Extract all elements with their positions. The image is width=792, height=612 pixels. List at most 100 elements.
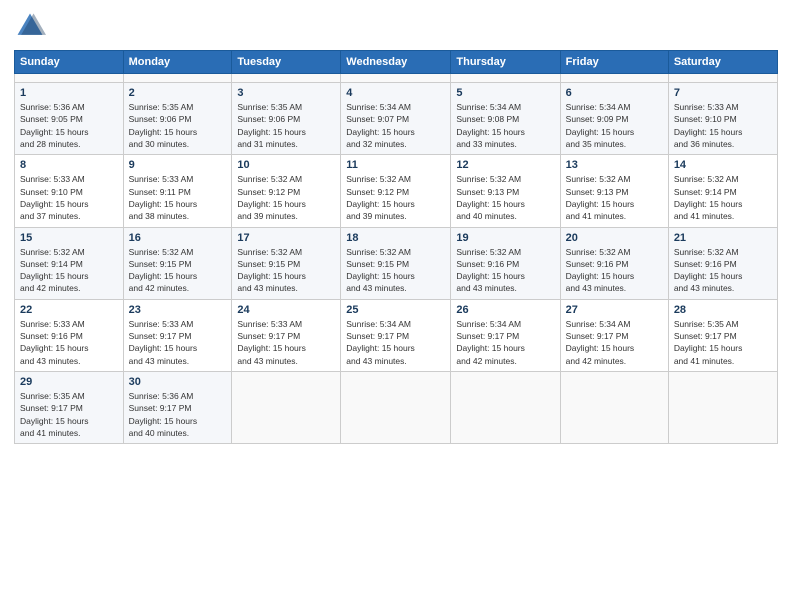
day-info: Sunrise: 5:33 AMSunset: 9:11 PMDaylight:… bbox=[129, 173, 227, 222]
calendar-cell: 13Sunrise: 5:32 AMSunset: 9:13 PMDayligh… bbox=[560, 155, 668, 227]
calendar-header-monday: Monday bbox=[123, 51, 232, 74]
calendar-cell: 15 Sunrise: 5:32 AMSunset: 9:14 PMDayligh… bbox=[15, 227, 124, 299]
calendar-cell: 1 Sunrise: 5:36 AMSunset: 9:05 PMDaylight… bbox=[15, 83, 124, 155]
calendar-cell bbox=[451, 74, 560, 83]
calendar-header-row: SundayMondayTuesdayWednesdayThursdayFrid… bbox=[15, 51, 778, 74]
calendar-header-tuesday: Tuesday bbox=[232, 51, 341, 74]
calendar-header-sunday: Sunday bbox=[15, 51, 124, 74]
day-number: 25 bbox=[346, 304, 445, 316]
day-number: 8 bbox=[20, 159, 118, 171]
calendar-cell: 7 Sunrise: 5:33 AMSunset: 9:10 PMDaylight… bbox=[668, 83, 777, 155]
calendar-cell: 19 Sunrise: 5:32 AMSunset: 9:16 PMDayligh… bbox=[451, 227, 560, 299]
day-info: Sunrise: 5:33 AMSunset: 9:17 PMDaylight:… bbox=[237, 318, 335, 367]
day-number: 28 bbox=[674, 304, 772, 316]
day-info: Sunrise: 5:34 AMSunset: 9:07 PMDaylight:… bbox=[346, 101, 445, 150]
calendar-header-friday: Friday bbox=[560, 51, 668, 74]
calendar-cell: 3 Sunrise: 5:35 AMSunset: 9:06 PMDaylight… bbox=[232, 83, 341, 155]
calendar-header-saturday: Saturday bbox=[668, 51, 777, 74]
day-number: 5 bbox=[456, 87, 554, 99]
day-info: Sunrise: 5:34 AMSunset: 9:09 PMDaylight:… bbox=[566, 101, 663, 150]
day-number: 29 bbox=[20, 376, 118, 388]
calendar-cell: 27 Sunrise: 5:34 AMSunset: 9:17 PMDayligh… bbox=[560, 299, 668, 371]
day-info: Sunrise: 5:35 AMSunset: 9:06 PMDaylight:… bbox=[237, 101, 335, 150]
calendar-header-wednesday: Wednesday bbox=[341, 51, 451, 74]
day-number: 19 bbox=[456, 232, 554, 244]
calendar-cell bbox=[560, 74, 668, 83]
calendar-cell bbox=[232, 372, 341, 444]
header bbox=[14, 10, 778, 42]
day-info: Sunrise: 5:33 AMSunset: 9:10 PMDaylight:… bbox=[20, 173, 118, 222]
day-number: 13 bbox=[566, 159, 663, 171]
calendar-cell bbox=[341, 372, 451, 444]
day-info: Sunrise: 5:35 AMSunset: 9:06 PMDaylight:… bbox=[129, 101, 227, 150]
calendar-cell bbox=[15, 74, 124, 83]
calendar-cell: 4 Sunrise: 5:34 AMSunset: 9:07 PMDaylight… bbox=[341, 83, 451, 155]
calendar-cell bbox=[123, 74, 232, 83]
calendar-cell: 25 Sunrise: 5:34 AMSunset: 9:17 PMDayligh… bbox=[341, 299, 451, 371]
day-info: Sunrise: 5:32 AMSunset: 9:16 PMDaylight:… bbox=[456, 246, 554, 295]
day-number: 27 bbox=[566, 304, 663, 316]
day-number: 20 bbox=[566, 232, 663, 244]
calendar-cell bbox=[341, 74, 451, 83]
day-number: 6 bbox=[566, 87, 663, 99]
day-info: Sunrise: 5:32 AMSunset: 9:14 PMDaylight:… bbox=[20, 246, 118, 295]
day-number: 12 bbox=[456, 159, 554, 171]
calendar-cell: 16Sunrise: 5:32 AMSunset: 9:15 PMDayligh… bbox=[123, 227, 232, 299]
day-info: Sunrise: 5:32 AMSunset: 9:14 PMDaylight:… bbox=[674, 173, 772, 222]
calendar-table: SundayMondayTuesdayWednesdayThursdayFrid… bbox=[14, 50, 778, 444]
day-info: Sunrise: 5:33 AMSunset: 9:10 PMDaylight:… bbox=[674, 101, 772, 150]
page-container: SundayMondayTuesdayWednesdayThursdayFrid… bbox=[0, 0, 792, 452]
calendar-cell: 29Sunrise: 5:35 AMSunset: 9:17 PMDayligh… bbox=[15, 372, 124, 444]
day-number: 4 bbox=[346, 87, 445, 99]
calendar-cell: 12 Sunrise: 5:32 AMSunset: 9:13 PMDayligh… bbox=[451, 155, 560, 227]
day-number: 7 bbox=[674, 87, 772, 99]
day-number: 26 bbox=[456, 304, 554, 316]
day-info: Sunrise: 5:33 AMSunset: 9:17 PMDaylight:… bbox=[129, 318, 227, 367]
day-number: 16 bbox=[129, 232, 227, 244]
day-info: Sunrise: 5:32 AMSunset: 9:15 PMDaylight:… bbox=[346, 246, 445, 295]
day-number: 1 bbox=[20, 87, 118, 99]
calendar-cell: 9 Sunrise: 5:33 AMSunset: 9:11 PMDaylight… bbox=[123, 155, 232, 227]
day-number: 23 bbox=[129, 304, 227, 316]
day-info: Sunrise: 5:35 AMSunset: 9:17 PMDaylight:… bbox=[674, 318, 772, 367]
calendar-cell: 14 Sunrise: 5:32 AMSunset: 9:14 PMDayligh… bbox=[668, 155, 777, 227]
day-number: 2 bbox=[129, 87, 227, 99]
day-info: Sunrise: 5:34 AMSunset: 9:17 PMDaylight:… bbox=[566, 318, 663, 367]
calendar-cell: 20Sunrise: 5:32 AMSunset: 9:16 PMDayligh… bbox=[560, 227, 668, 299]
day-number: 3 bbox=[237, 87, 335, 99]
day-info: Sunrise: 5:36 AMSunset: 9:17 PMDaylight:… bbox=[129, 390, 227, 439]
day-info: Sunrise: 5:34 AMSunset: 9:08 PMDaylight:… bbox=[456, 101, 554, 150]
calendar-cell bbox=[451, 372, 560, 444]
day-info: Sunrise: 5:34 AMSunset: 9:17 PMDaylight:… bbox=[346, 318, 445, 367]
calendar-cell: 23 Sunrise: 5:33 AMSunset: 9:17 PMDayligh… bbox=[123, 299, 232, 371]
day-info: Sunrise: 5:32 AMSunset: 9:15 PMDaylight:… bbox=[237, 246, 335, 295]
calendar-cell: 26 Sunrise: 5:34 AMSunset: 9:17 PMDayligh… bbox=[451, 299, 560, 371]
calendar-cell: 30Sunrise: 5:36 AMSunset: 9:17 PMDayligh… bbox=[123, 372, 232, 444]
day-info: Sunrise: 5:36 AMSunset: 9:05 PMDaylight:… bbox=[20, 101, 118, 150]
day-info: Sunrise: 5:32 AMSunset: 9:16 PMDaylight:… bbox=[674, 246, 772, 295]
day-info: Sunrise: 5:32 AMSunset: 9:13 PMDaylight:… bbox=[456, 173, 554, 222]
day-info: Sunrise: 5:33 AMSunset: 9:16 PMDaylight:… bbox=[20, 318, 118, 367]
logo-icon bbox=[14, 10, 46, 42]
day-info: Sunrise: 5:32 AMSunset: 9:12 PMDaylight:… bbox=[237, 173, 335, 222]
calendar-cell bbox=[668, 74, 777, 83]
calendar-cell: 5 Sunrise: 5:34 AMSunset: 9:08 PMDaylight… bbox=[451, 83, 560, 155]
calendar-cell: 24Sunrise: 5:33 AMSunset: 9:17 PMDayligh… bbox=[232, 299, 341, 371]
calendar-cell bbox=[560, 372, 668, 444]
day-number: 21 bbox=[674, 232, 772, 244]
day-info: Sunrise: 5:34 AMSunset: 9:17 PMDaylight:… bbox=[456, 318, 554, 367]
calendar-cell: 22 Sunrise: 5:33 AMSunset: 9:16 PMDayligh… bbox=[15, 299, 124, 371]
day-number: 14 bbox=[674, 159, 772, 171]
calendar-cell: 28 Sunrise: 5:35 AMSunset: 9:17 PMDayligh… bbox=[668, 299, 777, 371]
day-number: 9 bbox=[129, 159, 227, 171]
day-number: 10 bbox=[237, 159, 335, 171]
calendar-header-thursday: Thursday bbox=[451, 51, 560, 74]
calendar-cell: 6 Sunrise: 5:34 AMSunset: 9:09 PMDaylight… bbox=[560, 83, 668, 155]
calendar-cell: 18Sunrise: 5:32 AMSunset: 9:15 PMDayligh… bbox=[341, 227, 451, 299]
day-number: 15 bbox=[20, 232, 118, 244]
calendar-cell: 2 Sunrise: 5:35 AMSunset: 9:06 PMDaylight… bbox=[123, 83, 232, 155]
calendar-cell bbox=[668, 372, 777, 444]
day-number: 22 bbox=[20, 304, 118, 316]
calendar-cell: 8 Sunrise: 5:33 AMSunset: 9:10 PMDaylight… bbox=[15, 155, 124, 227]
day-info: Sunrise: 5:32 AMSunset: 9:12 PMDaylight:… bbox=[346, 173, 445, 222]
